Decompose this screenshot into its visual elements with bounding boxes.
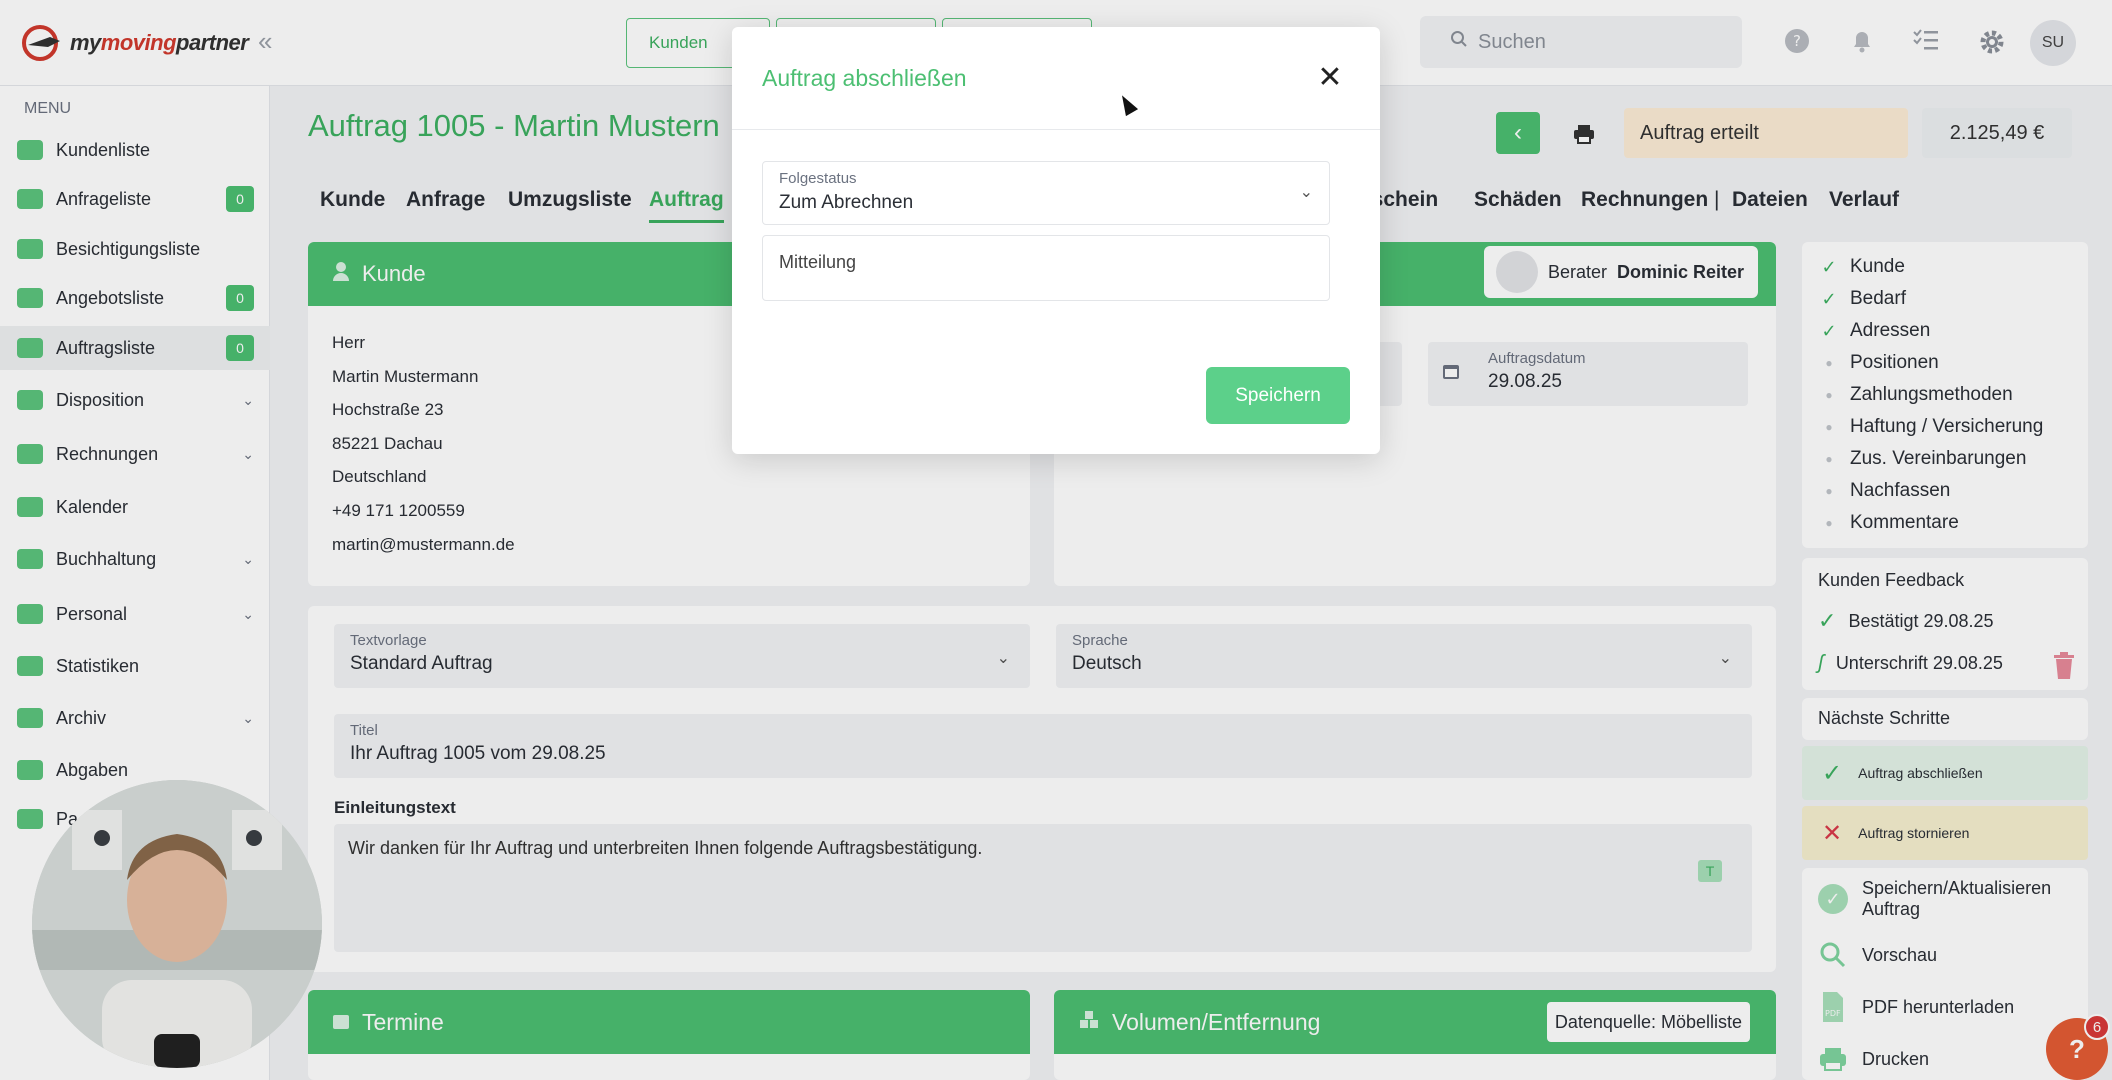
modal-title: Auftrag abschließen: [762, 65, 967, 91]
complete-order-modal: Auftrag abschließen ✕ Folgestatus Zum Ab…: [732, 27, 1380, 454]
folgestatus-select[interactable]: Folgestatus Zum Abrechnen ⌄: [762, 161, 1330, 225]
mitteilung-textarea[interactable]: Mitteilung: [762, 235, 1330, 301]
folgestatus-value: Zum Abrechnen: [779, 192, 914, 213]
chevron-down-icon: ⌄: [1299, 184, 1313, 201]
mitteilung-placeholder: Mitteilung: [779, 252, 857, 272]
save-button[interactable]: Speichern: [1206, 367, 1350, 424]
close-icon[interactable]: ✕: [1312, 59, 1348, 95]
folgestatus-label: Folgestatus: [779, 170, 857, 187]
modal-divider: [732, 129, 1380, 130]
